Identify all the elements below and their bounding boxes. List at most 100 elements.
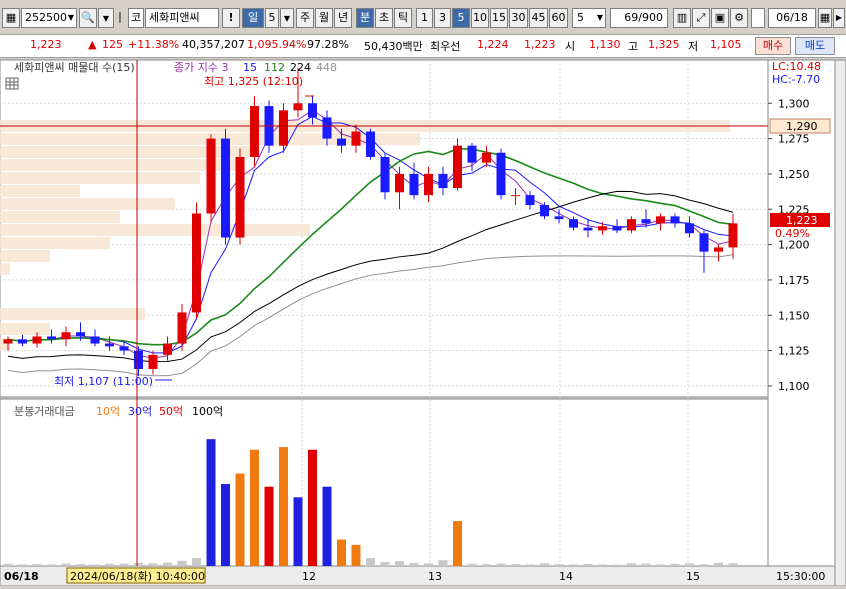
layout-icon[interactable]: ▦ (2, 8, 20, 28)
stock-name-field[interactable]: 세화피앤씨 (145, 8, 219, 28)
volume-bar (308, 449, 317, 566)
scrollbar[interactable] (834, 59, 846, 587)
candle-body (670, 216, 680, 224)
period-week-button[interactable]: 주 (296, 8, 314, 28)
gear-icon[interactable]: ⚙ (730, 8, 748, 28)
calendar-icon[interactable]: ▦ (818, 8, 832, 28)
volume-profile-band (0, 263, 10, 275)
volume-bar (409, 562, 419, 566)
high-note: 최고 1,325 (12:10) (204, 75, 303, 88)
minute-1-button[interactable]: 1 (416, 8, 433, 28)
minute-30-button[interactable]: 30 (509, 8, 528, 28)
volume-bar (293, 497, 303, 566)
chevron-down-icon: ▼ (102, 14, 110, 23)
minute-15-button[interactable]: 15 (490, 8, 508, 28)
candle-body (221, 138, 230, 238)
candle-body (467, 145, 477, 163)
price-tick-label: 1,100 (778, 380, 810, 393)
chevron-down-icon: ▼ (283, 14, 291, 23)
volume-bar (18, 564, 27, 566)
candle-body (482, 152, 491, 163)
period-dropdown[interactable]: ▼ (280, 8, 294, 28)
chart-title: 세화피앤씨 매물대 수(15) (14, 61, 135, 74)
crosshair-icon[interactable]: ⤢ (692, 8, 710, 28)
period-minute-button[interactable]: 분 (356, 8, 374, 28)
volume-pane[interactable] (0, 398, 769, 567)
candle-body (554, 216, 564, 220)
stock-code-input[interactable]: 252500 ▼ (21, 8, 77, 28)
volume-bar (105, 563, 114, 566)
volume-bar (119, 563, 129, 566)
period-year-button[interactable]: 년 (334, 8, 352, 28)
candlestick-chart[interactable]: 세화피앤씨 매물대 수(15) 종가 지수 3 15 112 224 448 L… (0, 58, 846, 587)
candle-body (3, 339, 13, 344)
volume-bar (148, 563, 158, 566)
toolbar: ▦ 252500 ▼ 🔍 ▼ | 코 세화피앤씨 ! 일 5 ▼ 주 월 년 분 … (0, 6, 846, 30)
volume-profile-band (0, 224, 310, 236)
chevron-right-icon[interactable]: ▶ (833, 8, 845, 28)
volume-bar (206, 439, 216, 566)
candle-body (438, 173, 448, 189)
period-num[interactable]: 5 (265, 8, 279, 28)
volume-bar (467, 563, 477, 566)
volume-bar (337, 539, 346, 566)
high-label: 고 (628, 40, 639, 53)
date-checkbox[interactable] (751, 8, 765, 28)
volume-bar (424, 563, 433, 566)
price-tick-label: 1,275 (778, 133, 810, 146)
volume-profile-band (0, 308, 145, 320)
volume-title: 분봉거래대금 (14, 405, 75, 418)
save-icon[interactable]: ▣ (711, 8, 729, 28)
candle-body (235, 156, 245, 238)
candle-body (250, 106, 259, 157)
candle-body (32, 336, 42, 344)
candle-body (728, 223, 738, 248)
volume-profile-band (0, 159, 240, 171)
volume-profile-band (0, 185, 80, 197)
stock-list-dropdown[interactable]: ▼ (98, 8, 114, 28)
minute-5-button[interactable]: 5 (452, 8, 470, 28)
candle-body (598, 226, 607, 231)
chart-area[interactable]: 세화피앤씨 매물대 수(15) 종가 지수 3 15 112 224 448 L… (0, 58, 846, 587)
period-day-button[interactable]: 일 (242, 8, 264, 28)
volume-bar (496, 563, 506, 566)
volume-bar (525, 564, 535, 566)
date-field[interactable]: 06/18 (768, 8, 816, 28)
day-label-12: 12 (302, 570, 316, 583)
volume-bar (134, 562, 143, 566)
bar-chart-icon[interactable]: ▥ (673, 8, 691, 28)
minute-3-button[interactable]: 3 (434, 8, 451, 28)
current-price: 1,223 (30, 38, 62, 51)
sell-button[interactable]: 매도 (795, 37, 835, 55)
candle-body (699, 233, 709, 252)
minute-45-button[interactable]: 45 (529, 8, 548, 28)
count-select[interactable]: 5 ▼ (572, 8, 606, 28)
volume-bar (221, 484, 230, 566)
volume-bar (264, 486, 274, 566)
range-field[interactable]: 69/900 (610, 8, 668, 28)
candle-body (409, 173, 419, 196)
minute-60-button[interactable]: 60 (549, 8, 568, 28)
market-label: 코 (128, 8, 144, 28)
volume-bar (32, 564, 42, 566)
volume-bar (3, 563, 13, 566)
alert-button[interactable]: ! (222, 8, 240, 28)
volume-bar (61, 563, 71, 566)
volume-bar (699, 564, 709, 566)
minute-10-button[interactable]: 10 (471, 8, 489, 28)
candle-body (192, 213, 201, 313)
search-icon[interactable]: 🔍 (79, 8, 97, 28)
period-second-button[interactable]: 초 (375, 8, 393, 28)
candle-body (351, 131, 361, 146)
buy-button[interactable]: 매수 (755, 37, 791, 55)
high-price: 1,325 (648, 38, 680, 51)
volume-bar (395, 561, 404, 566)
volume-legend-30: 30억 (128, 405, 152, 418)
candle-body (177, 312, 187, 344)
best-ask: 1,224 (477, 38, 509, 51)
open-label: 시 (565, 40, 576, 53)
price-change: 125 (102, 38, 123, 51)
period-tick-button[interactable]: 틱 (394, 8, 412, 28)
table-icon[interactable] (5, 77, 19, 90)
period-month-button[interactable]: 월 (315, 8, 333, 28)
